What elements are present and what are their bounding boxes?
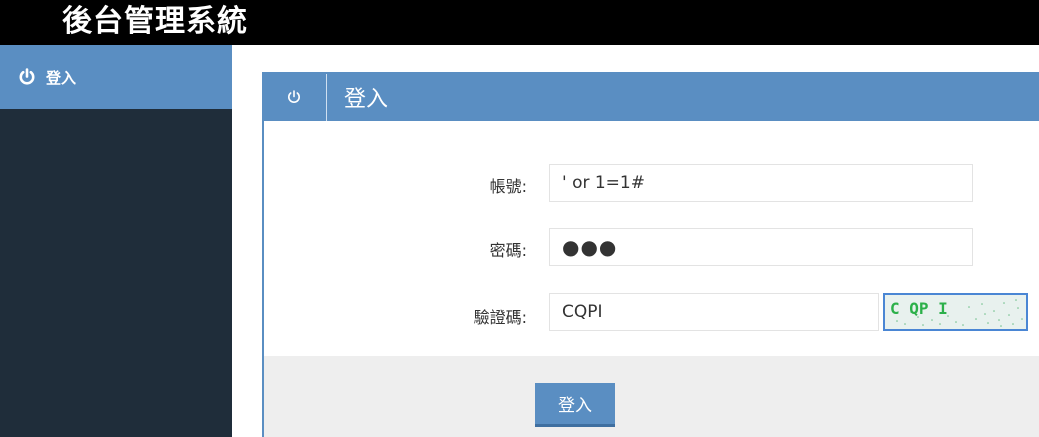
app-title: 後台管理系統 xyxy=(62,4,248,39)
login-button[interactable]: 登入 xyxy=(535,383,615,427)
captcha-text: C QP I xyxy=(890,299,948,318)
top-bar: 後台管理系統 xyxy=(0,0,1039,45)
main-content: 登入 帳號: ' or 1=1# 密碼: ●●● 驗證碼: CQPI C QP … xyxy=(232,45,1039,437)
panel-title: 登入 xyxy=(344,87,389,112)
password-input[interactable]: ●●● xyxy=(549,228,973,266)
login-panel: 登入 帳號: ' or 1=1# 密碼: ●●● 驗證碼: CQPI C QP … xyxy=(262,72,1039,437)
captcha-label: 驗證碼: xyxy=(473,308,527,327)
password-label: 密碼: xyxy=(489,241,527,260)
account-input[interactable]: ' or 1=1# xyxy=(549,164,973,202)
header-divider xyxy=(326,74,327,121)
power-icon xyxy=(18,68,36,86)
sidebar-item-label: 登入 xyxy=(46,68,77,87)
captcha-input[interactable]: CQPI xyxy=(549,293,879,331)
sidebar-item-login[interactable]: 登入 xyxy=(0,45,232,109)
captcha-image[interactable]: C QP I xyxy=(883,293,1028,331)
account-label: 帳號: xyxy=(489,177,527,196)
panel-footer: 登入 xyxy=(264,356,1039,437)
panel-header: 登入 xyxy=(264,74,1039,121)
power-icon xyxy=(286,89,302,105)
sidebar: 登入 xyxy=(0,45,232,437)
